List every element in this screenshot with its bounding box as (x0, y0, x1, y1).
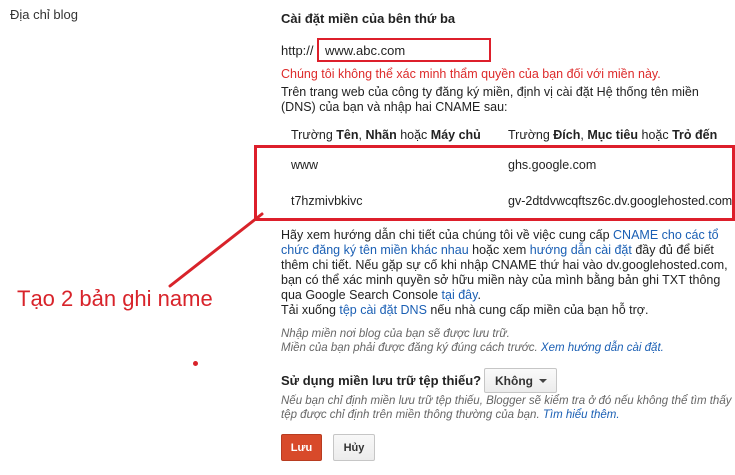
cname-highlight-box (254, 145, 735, 221)
cname-row-1-name: www (291, 158, 319, 172)
help-text: Hãy xem hướng dẫn chi tiết của chúng tôi… (281, 228, 728, 317)
cancel-button[interactable]: Hủy (333, 434, 375, 461)
cname-row-2-destination: gv-2dtdvwcqftsz6c.dv.googlehosted.com (508, 194, 733, 208)
url-prefix: http:// (281, 43, 314, 58)
dns-instructions: Trên trang web của công ty đăng ký miền,… (281, 85, 699, 114)
chevron-down-icon (539, 379, 547, 383)
setup-guide-link-2[interactable]: Xem hướng dẫn cài đặt. (541, 342, 664, 354)
save-button[interactable]: Lưu (281, 434, 322, 461)
search-console-link[interactable]: tại đây (442, 288, 478, 302)
fallback-note: Nếu bạn chỉ định miền lưu trữ tệp thiếu,… (281, 395, 732, 421)
domain-note: Nhập miền nơi blog của bạn sẽ được lưu t… (281, 328, 664, 354)
cname-row-1-destination: ghs.google.com (508, 158, 597, 172)
cname-row-2-name: t7hzmivbkivc (291, 194, 363, 208)
annotation-dot (193, 361, 198, 366)
setup-guide-link[interactable]: hướng dẫn cài đặt (530, 243, 632, 257)
column-header-name: Trường Tên, Nhãn hoặc Máy chủ (291, 128, 481, 142)
fallback-domain-select[interactable]: Không (484, 368, 557, 393)
section-title: Cài đặt miền của bên thứ ba (281, 11, 456, 26)
dns-file-link[interactable]: tệp cài đặt DNS (339, 303, 427, 317)
blog-address-label: Địa chỉ blog (10, 7, 78, 22)
fallback-domain-label: Sử dụng miền lưu trữ tệp thiếu? (281, 373, 482, 388)
domain-input[interactable] (317, 38, 491, 62)
error-message: Chúng tôi không thể xác minh thẩm quyền … (281, 67, 661, 81)
annotation-text: Tạo 2 bản ghi name (17, 286, 213, 311)
column-header-destination: Trường Đích, Mục tiêu hoặc Trỏ đến (508, 128, 718, 142)
learn-more-link[interactable]: Tìm hiểu thêm. (543, 409, 620, 421)
